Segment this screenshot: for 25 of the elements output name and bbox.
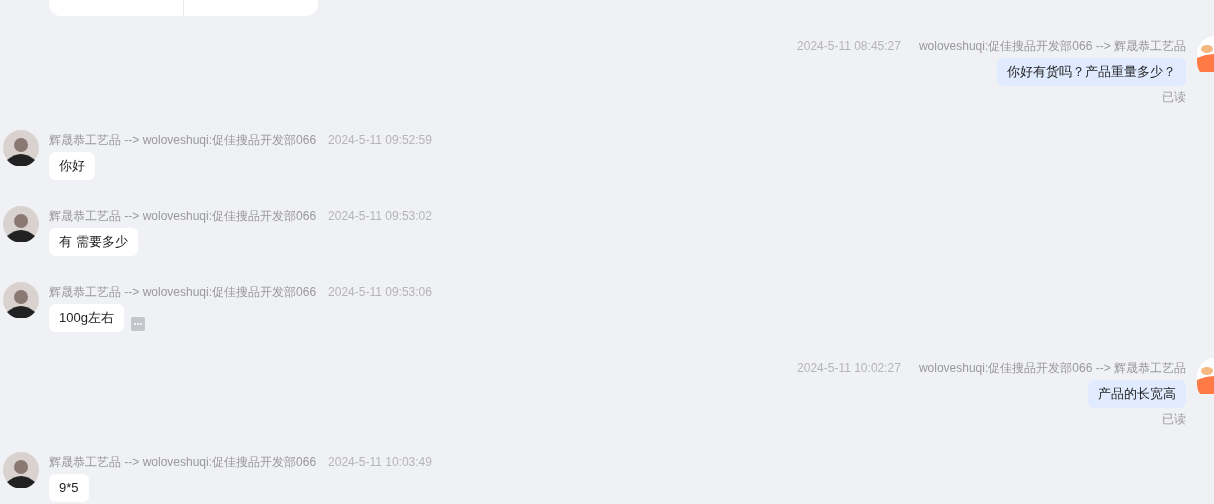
message-sender: 辉晟恭工艺品 --> woloveshuqi:促佳搜品开发部066 — [49, 454, 317, 470]
message-time: 2024-5-11 10:02:27 — [797, 360, 901, 376]
read-status: 已读 — [1162, 90, 1186, 104]
avatar-icon — [3, 206, 39, 242]
message-bubble: 你好 — [49, 152, 95, 180]
message-sender: 辉晟恭工艺品 --> woloveshuqi:促佳搜品开发部066 — [49, 208, 317, 224]
message-time: 2024-5-11 09:52:59 — [328, 132, 432, 148]
message-time: 2024-5-11 10:03:49 — [328, 454, 432, 470]
avatar-icon — [3, 282, 39, 318]
message-bubble: 9*5 — [49, 474, 89, 502]
message-bubble: 100g左右 — [49, 304, 124, 332]
message-bubble: 有 需要多少 — [49, 228, 138, 256]
avatar-icon — [3, 452, 39, 488]
message-time: 2024-5-11 09:53:06 — [328, 284, 432, 300]
more-icon[interactable] — [130, 317, 145, 331]
message-sender: woloveshuqi:促佳搜品开发部066 --> 辉晟恭工艺品 — [918, 38, 1186, 54]
message-sender: 辉晟恭工艺品 --> woloveshuqi:促佳搜品开发部066 — [49, 132, 317, 148]
message-time: 2024-5-11 09:53:02 — [328, 208, 432, 224]
message-bubble: 你好有货吗？产品重量多少？ — [997, 58, 1186, 86]
message-bubble: 产品的长宽高 — [1088, 380, 1186, 408]
avatar-icon — [3, 130, 39, 166]
message-time: 2024-5-11 08:45:27 — [797, 38, 901, 54]
message-sender: 辉晟恭工艺品 --> woloveshuqi:促佳搜品开发部066 — [49, 284, 317, 300]
read-status: 已读 — [1162, 412, 1186, 426]
message-sender: woloveshuqi:促佳搜品开发部066 --> 辉晟恭工艺品 — [918, 360, 1186, 376]
